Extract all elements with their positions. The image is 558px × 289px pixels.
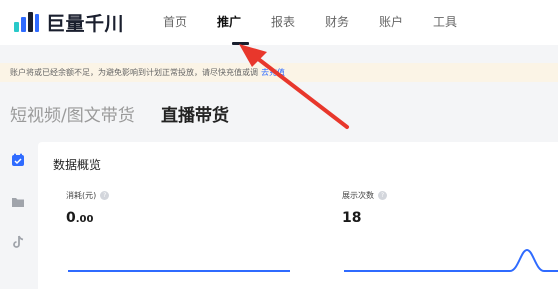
impressions-sparkline — [344, 248, 558, 272]
red-arrow-annotation — [239, 44, 349, 129]
overlay-graphics — [68, 44, 558, 272]
